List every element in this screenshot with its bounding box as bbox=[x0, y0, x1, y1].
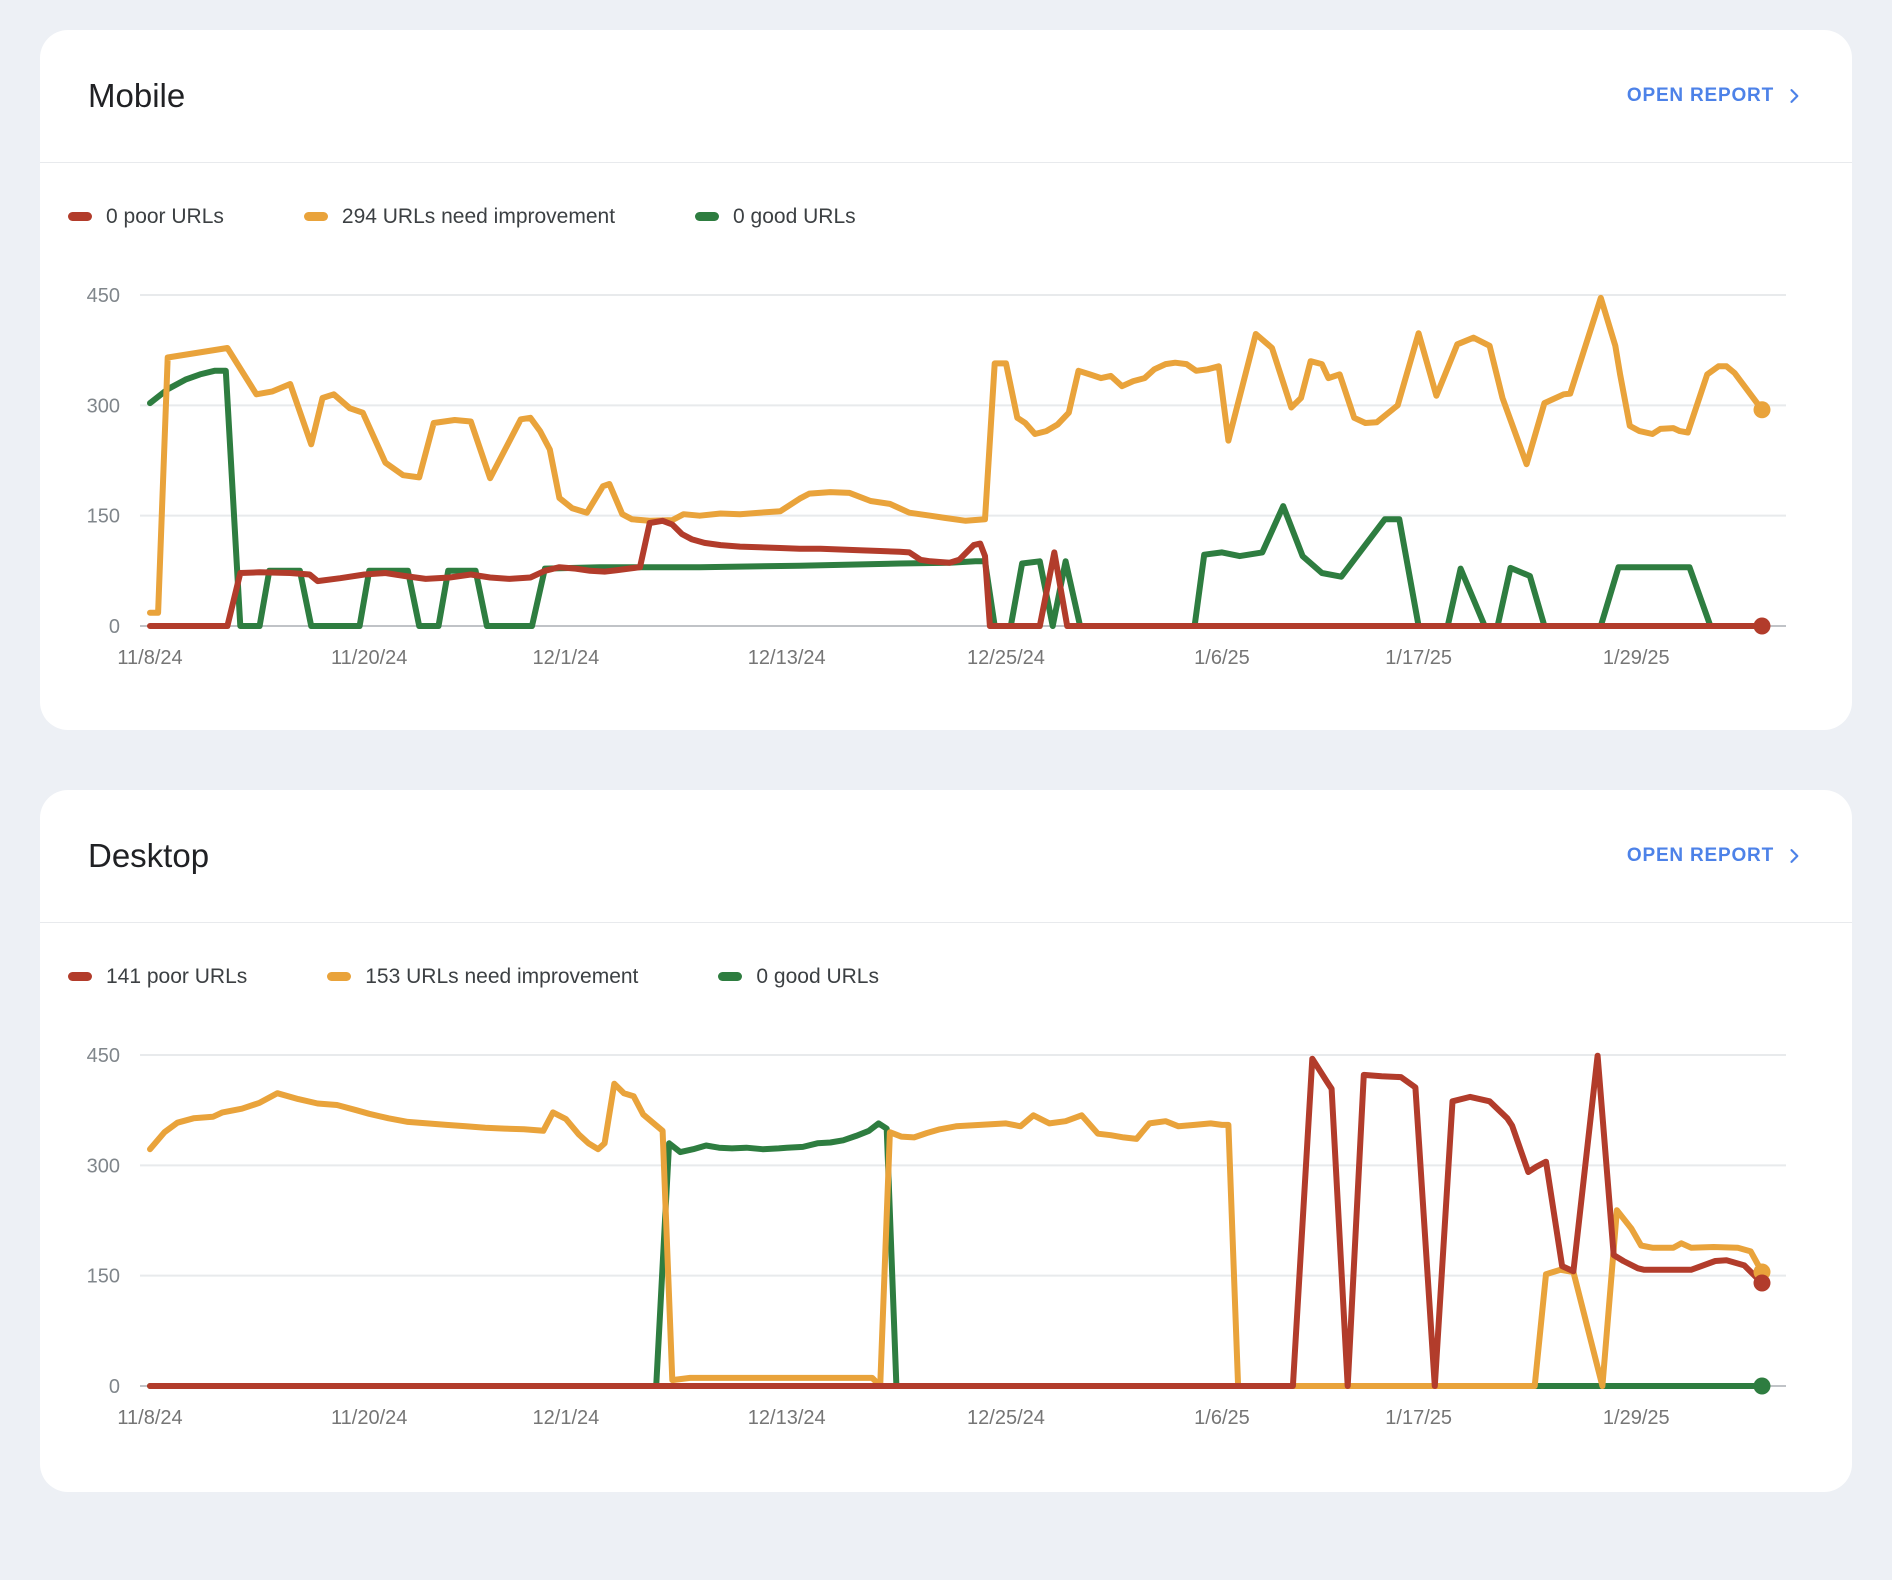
legend-label-need-improvement: 294 URLs need improvement bbox=[342, 205, 615, 229]
y-axis-labels: 0 150 300 450 bbox=[87, 1045, 120, 1398]
svg-text:11/8/24: 11/8/24 bbox=[117, 1407, 182, 1429]
series-URLs-need-improvement bbox=[150, 298, 1762, 613]
svg-text:12/1/24: 12/1/24 bbox=[533, 1407, 600, 1429]
legend-swatch-poor-icon bbox=[68, 972, 92, 981]
mobile-card-header: Mobile OPEN REPORT bbox=[40, 30, 1852, 162]
desktop-cwv-line-chart[interactable]: 0 150 300 450 11/8/24 11/20/24 12/1/24 12/13/24… bbox=[40, 1000, 1852, 1460]
svg-text:0: 0 bbox=[109, 1376, 120, 1398]
legend-item-poor[interactable]: 141 poor URLs bbox=[68, 965, 247, 989]
svg-text:12/25/24: 12/25/24 bbox=[967, 647, 1045, 669]
series-good-URLs bbox=[150, 1123, 1762, 1386]
x-axis-labels: 11/8/24 11/20/24 12/1/24 12/13/24 12/25/24 1/… bbox=[117, 1407, 1669, 1429]
mobile-cwv-line-chart[interactable]: 0 150 300 450 11/8/24 11/20/24 12/1/24 12/13/24… bbox=[40, 240, 1852, 700]
svg-text:300: 300 bbox=[87, 1155, 120, 1177]
legend-swatch-need-improvement-icon bbox=[327, 972, 351, 981]
legend-item-poor[interactable]: 0 poor URLs bbox=[68, 205, 224, 229]
page-title: Desktop bbox=[88, 837, 209, 875]
open-report-link[interactable]: OPEN REPORT bbox=[1627, 85, 1804, 107]
svg-text:1/6/25: 1/6/25 bbox=[1194, 1407, 1250, 1429]
svg-text:1/17/25: 1/17/25 bbox=[1385, 647, 1452, 669]
chevron-right-icon bbox=[1784, 846, 1804, 866]
legend: 141 poor URLs 153 URLs need improvement … bbox=[40, 923, 1852, 1000]
svg-text:150: 150 bbox=[87, 1266, 120, 1288]
desktop-card: Desktop OPEN REPORT 141 poor URLs 153 UR… bbox=[40, 790, 1852, 1492]
svg-text:1/6/25: 1/6/25 bbox=[1194, 647, 1250, 669]
svg-text:11/20/24: 11/20/24 bbox=[331, 1407, 407, 1429]
svg-text:300: 300 bbox=[87, 395, 120, 417]
svg-text:1/17/25: 1/17/25 bbox=[1385, 1407, 1452, 1429]
svg-text:11/8/24: 11/8/24 bbox=[117, 647, 182, 669]
svg-text:12/25/24: 12/25/24 bbox=[967, 1407, 1045, 1429]
series-good-URLs bbox=[150, 371, 1762, 626]
legend-swatch-good-icon bbox=[695, 212, 719, 221]
chart-canvas: 0 150 300 450 11/8/24 11/20/24 12/1/24 12/13/24… bbox=[40, 1000, 1852, 1460]
x-axis-labels: 11/8/24 11/20/24 12/1/24 12/13/24 12/25/24 1/… bbox=[117, 647, 1669, 669]
legend: 0 poor URLs 294 URLs need improvement 0 … bbox=[40, 163, 1852, 240]
svg-text:12/13/24: 12/13/24 bbox=[748, 647, 826, 669]
legend-label-poor: 0 poor URLs bbox=[106, 205, 224, 229]
legend-item-good[interactable]: 0 good URLs bbox=[695, 205, 856, 229]
svg-text:1/29/25: 1/29/25 bbox=[1603, 1407, 1670, 1429]
svg-text:1/29/25: 1/29/25 bbox=[1603, 647, 1670, 669]
open-report-label: OPEN REPORT bbox=[1627, 85, 1774, 107]
svg-text:12/1/24: 12/1/24 bbox=[533, 647, 600, 669]
open-report-label: OPEN REPORT bbox=[1627, 845, 1774, 867]
open-report-link[interactable]: OPEN REPORT bbox=[1627, 845, 1804, 867]
legend-item-need-improvement[interactable]: 153 URLs need improvement bbox=[327, 965, 638, 989]
series-poor-URLs bbox=[150, 1056, 1762, 1386]
series-URLs-need-improvement bbox=[150, 1084, 1762, 1386]
desktop-card-header: Desktop OPEN REPORT bbox=[40, 790, 1852, 922]
svg-text:450: 450 bbox=[87, 285, 120, 307]
y-axis-labels: 0 150 300 450 bbox=[87, 285, 120, 638]
legend-label-need-improvement: 153 URLs need improvement bbox=[365, 965, 638, 989]
legend-item-good[interactable]: 0 good URLs bbox=[718, 965, 879, 989]
svg-text:0: 0 bbox=[109, 616, 120, 638]
legend-label-good: 0 good URLs bbox=[733, 205, 856, 229]
legend-swatch-good-icon bbox=[718, 972, 742, 981]
legend-swatch-need-improvement-icon bbox=[304, 212, 328, 221]
series-end-dot-URLs-need-improvement bbox=[1754, 401, 1771, 418]
svg-text:11/20/24: 11/20/24 bbox=[331, 647, 407, 669]
series-end-dot-good-URLs bbox=[1754, 1378, 1771, 1395]
svg-text:12/13/24: 12/13/24 bbox=[748, 1407, 826, 1429]
mobile-card: Mobile OPEN REPORT 0 poor URLs 294 URLs … bbox=[40, 30, 1852, 730]
legend-swatch-poor-icon bbox=[68, 212, 92, 221]
svg-text:150: 150 bbox=[87, 506, 120, 528]
legend-label-poor: 141 poor URLs bbox=[106, 965, 247, 989]
legend-label-good: 0 good URLs bbox=[756, 965, 879, 989]
series-end-dot-poor-URLs bbox=[1754, 618, 1771, 635]
chevron-right-icon bbox=[1784, 86, 1804, 106]
page-title: Mobile bbox=[88, 77, 185, 115]
legend-item-need-improvement[interactable]: 294 URLs need improvement bbox=[304, 205, 615, 229]
svg-text:450: 450 bbox=[87, 1045, 120, 1067]
series-end-dot-poor-URLs bbox=[1754, 1275, 1771, 1292]
chart-canvas: 0 150 300 450 11/8/24 11/20/24 12/1/24 12/13/24… bbox=[40, 240, 1852, 700]
